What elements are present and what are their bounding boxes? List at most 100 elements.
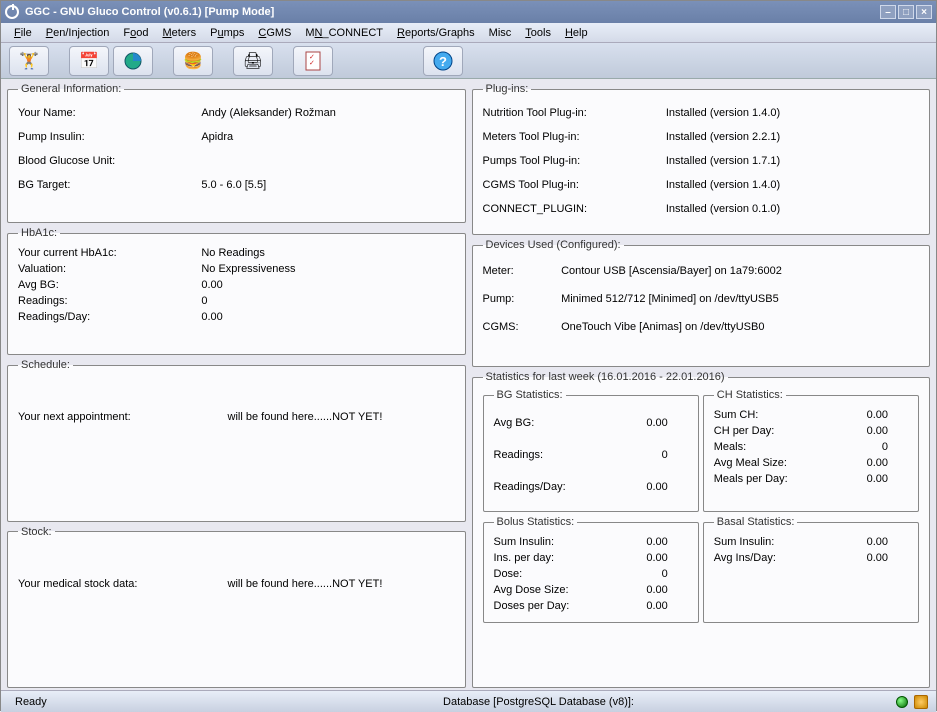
stats-panel: Statistics for last week (16.01.2016 - 2… xyxy=(472,371,931,688)
hba1c-valuation-label: Valuation: xyxy=(18,263,201,275)
device-label: Meter: xyxy=(483,265,562,277)
stat-label: Dose: xyxy=(494,568,611,580)
hba1c-avgbg-value: 0.00 xyxy=(201,279,454,291)
hba1c-legend: HbA1c: xyxy=(18,227,60,239)
status-led-icon xyxy=(896,696,908,708)
menu-misc[interactable]: Misc xyxy=(482,25,519,41)
stat-label: Meals: xyxy=(714,441,831,453)
stat-value: 0.00 xyxy=(830,473,908,485)
basal-stats-box: Basal Statistics: Sum Insulin:0.00Avg In… xyxy=(703,516,919,623)
general-info-legend: General Information: xyxy=(18,83,124,95)
hba1c-avgbg-label: Avg BG: xyxy=(18,279,201,291)
stat-value: 0.00 xyxy=(830,457,908,469)
bolus-stats-box: Bolus Statistics: Sum Insulin:0.00Ins. p… xyxy=(483,516,699,623)
stat-label: Readings: xyxy=(494,449,611,461)
toolbar-print-icon[interactable]: 🖨 xyxy=(233,46,273,76)
stat-label: Sum Insulin: xyxy=(714,536,831,548)
stat-value: 0 xyxy=(610,449,688,461)
stat-value: 0.00 xyxy=(830,425,908,437)
plugins-legend: Plug-ins: xyxy=(483,83,532,95)
plugin-label: Meters Tool Plug-in: xyxy=(483,131,666,143)
stat-value: 0.00 xyxy=(610,600,688,612)
insulin-label: Pump Insulin: xyxy=(18,131,201,143)
hba1c-rpd-value: 0.00 xyxy=(201,311,454,323)
stat-label: Sum CH: xyxy=(714,409,831,421)
plugin-value: Installed (version 1.4.0) xyxy=(666,107,919,119)
stat-value: 0 xyxy=(830,441,908,453)
stat-label: Avg Dose Size: xyxy=(494,584,611,596)
hba1c-readings-value: 0 xyxy=(201,295,454,307)
general-info-panel: General Information: Your Name:Andy (Ale… xyxy=(7,83,466,223)
close-button[interactable]: × xyxy=(916,5,932,19)
menu-pen[interactable]: Pen/Injection xyxy=(39,25,117,41)
menu-help[interactable]: Help xyxy=(558,25,595,41)
device-value: OneTouch Vibe [Animas] on /dev/ttyUSB0 xyxy=(561,321,919,333)
app-icon xyxy=(5,5,19,19)
schedule-legend: Schedule: xyxy=(18,359,73,371)
stat-value: 0.00 xyxy=(610,552,688,564)
stat-value: 0.00 xyxy=(830,552,908,564)
schedule-value: will be found here......NOT YET! xyxy=(228,411,383,423)
toolbar: 🏋 📅 🍔 🖨 ✓✓ ? xyxy=(1,43,936,79)
maximize-button[interactable]: □ xyxy=(898,5,914,19)
window-title: GGC - GNU Gluco Control (v0.6.1) [Pump M… xyxy=(25,6,274,18)
stat-value: 0.00 xyxy=(610,417,688,429)
toolbar-checklist-icon[interactable]: ✓✓ xyxy=(293,46,333,76)
stat-label: Avg Ins/Day: xyxy=(714,552,831,564)
name-label: Your Name: xyxy=(18,107,201,119)
menu-file[interactable]: File xyxy=(7,25,39,41)
stat-value: 0.00 xyxy=(830,409,908,421)
menu-connect[interactable]: MN_CONNECT xyxy=(298,25,390,41)
toolbar-help-icon[interactable]: ? xyxy=(423,46,463,76)
menu-reports[interactable]: Reports/Graphs xyxy=(390,25,482,41)
statusbar: Ready Database [PostgreSQL Database (v8)… xyxy=(1,690,936,712)
hba1c-readings-label: Readings: xyxy=(18,295,201,307)
stat-value: 0.00 xyxy=(610,481,688,493)
plugin-label: Nutrition Tool Plug-in: xyxy=(483,107,666,119)
device-label: Pump: xyxy=(483,293,562,305)
stat-label: CH per Day: xyxy=(714,425,831,437)
stat-value: 0.00 xyxy=(610,584,688,596)
plugin-value: Installed (version 1.4.0) xyxy=(666,179,919,191)
ch-stats-legend: CH Statistics: xyxy=(714,389,786,401)
bg-stats-box: BG Statistics: Avg BG:0.00Readings:0Read… xyxy=(483,389,699,512)
stat-label: Avg BG: xyxy=(494,417,611,429)
toolbar-food-icon[interactable]: 🍔 xyxy=(173,46,213,76)
hba1c-panel: HbA1c: Your current HbA1c:No Readings Va… xyxy=(7,227,466,355)
status-db: Database [PostgreSQL Database (v8)]: xyxy=(437,696,640,708)
bg-stats-legend: BG Statistics: xyxy=(494,389,566,401)
basal-stats-legend: Basal Statistics: xyxy=(714,516,798,528)
stat-label: Readings/Day: xyxy=(494,481,611,493)
svg-text:?: ? xyxy=(439,54,447,69)
stock-value: will be found here......NOT YET! xyxy=(228,578,383,590)
toolbar-chart-icon[interactable] xyxy=(113,46,153,76)
ch-stats-box: CH Statistics: Sum CH:0.00CH per Day:0.0… xyxy=(703,389,919,512)
devices-panel: Devices Used (Configured): Meter:Contour… xyxy=(472,239,931,367)
stat-label: Avg Meal Size: xyxy=(714,457,831,469)
menu-pumps[interactable]: Pumps xyxy=(203,25,251,41)
minimize-button[interactable]: – xyxy=(880,5,896,19)
hba1c-rpd-label: Readings/Day: xyxy=(18,311,201,323)
hba1c-valuation-value: No Expressiveness xyxy=(201,263,454,275)
stat-label: Doses per Day: xyxy=(494,600,611,612)
menu-cgms[interactable]: CGMS xyxy=(251,25,298,41)
plugin-label: CGMS Tool Plug-in: xyxy=(483,179,666,191)
schedule-panel: Schedule: Your next appointment: will be… xyxy=(7,359,466,522)
toolbar-calendar-icon[interactable]: 📅 xyxy=(69,46,109,76)
menu-food[interactable]: Food xyxy=(116,25,155,41)
stock-label: Your medical stock data: xyxy=(18,578,228,590)
plugin-value: Installed (version 2.2.1) xyxy=(666,131,919,143)
target-value: 5.0 - 6.0 [5.5] xyxy=(201,179,454,191)
stat-value: 0.00 xyxy=(830,536,908,548)
stat-value: 0.00 xyxy=(610,536,688,548)
stock-legend: Stock: xyxy=(18,526,55,538)
status-left: Ready xyxy=(9,696,53,708)
menu-meters[interactable]: Meters xyxy=(155,25,203,41)
toolbar-fitness-icon[interactable]: 🏋 xyxy=(9,46,49,76)
device-label: CGMS: xyxy=(483,321,562,333)
menu-tools[interactable]: Tools xyxy=(518,25,558,41)
plugin-value: Installed (version 0.1.0) xyxy=(666,203,919,215)
status-lock-icon xyxy=(914,695,928,709)
insulin-value: Apidra xyxy=(201,131,454,143)
plugin-label: Pumps Tool Plug-in: xyxy=(483,155,666,167)
